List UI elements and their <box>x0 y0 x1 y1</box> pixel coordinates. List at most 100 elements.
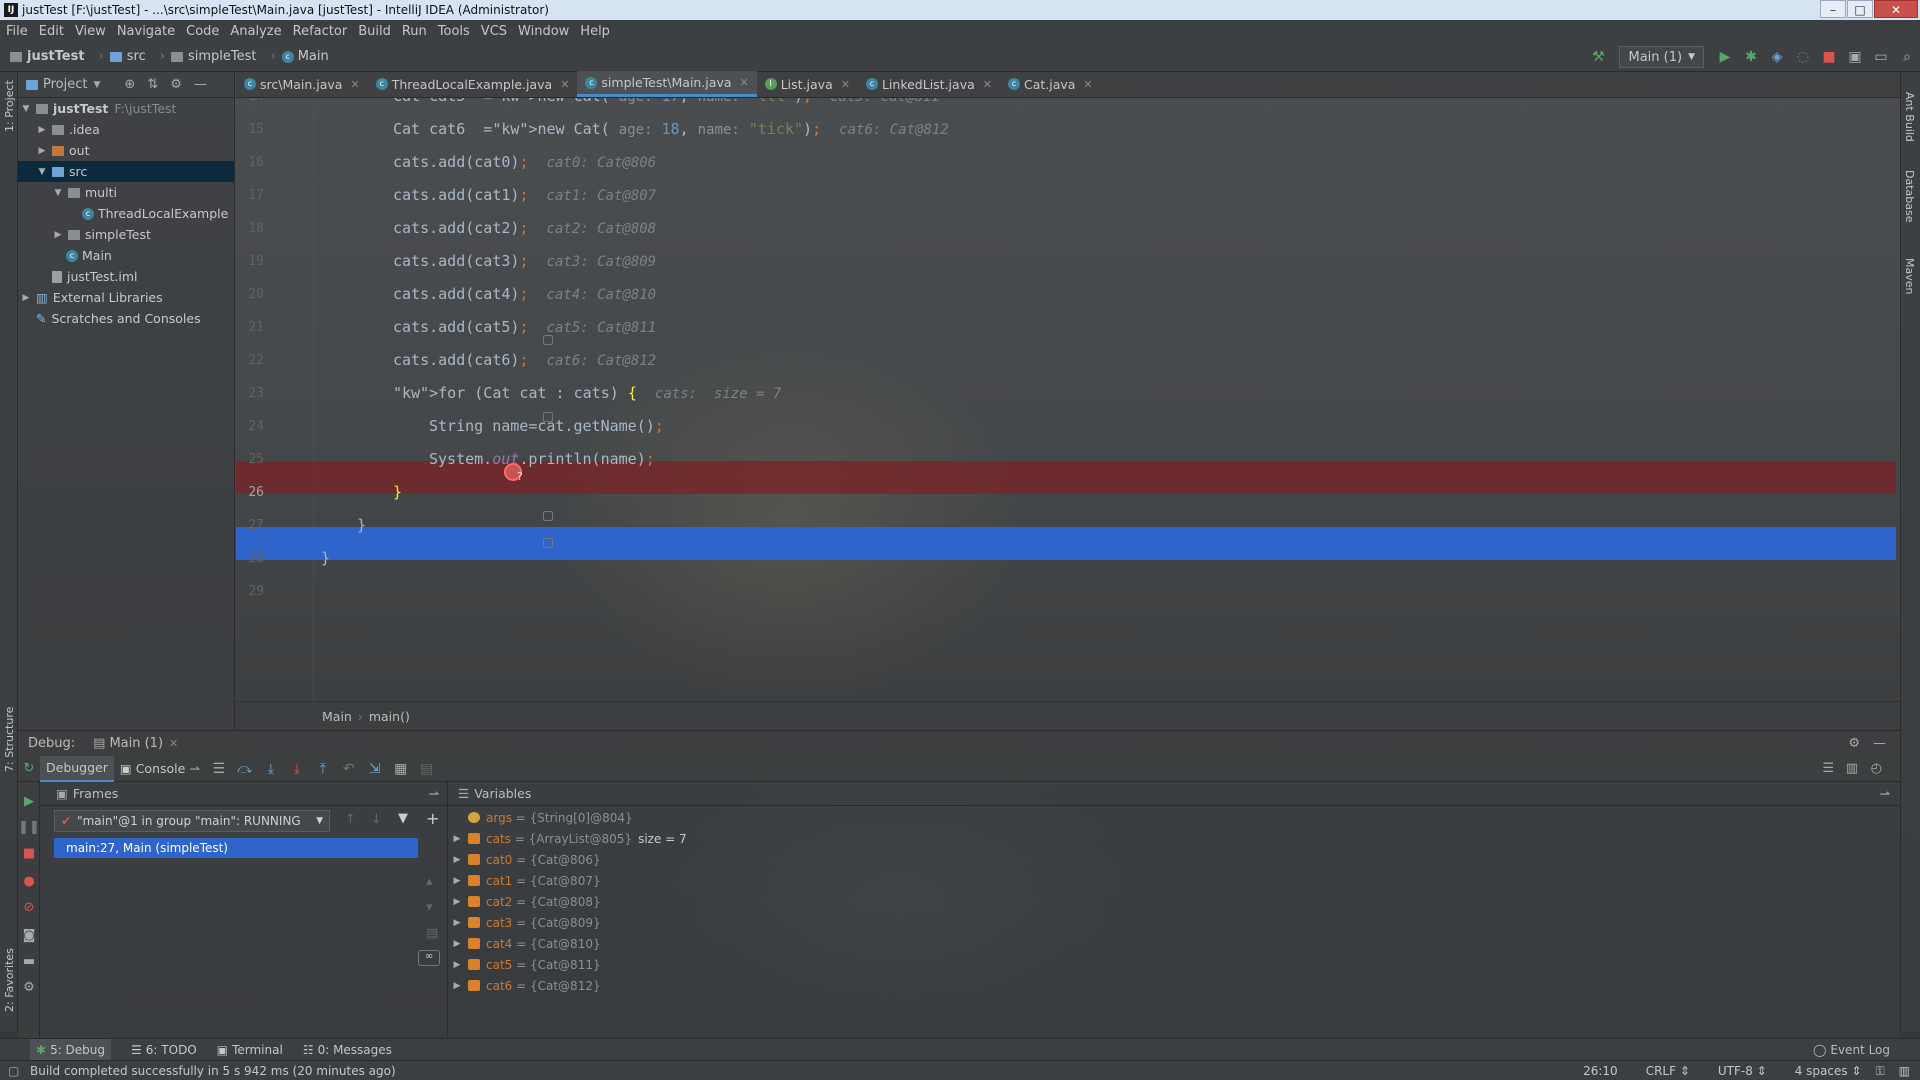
variable-row[interactable]: ▶ cat5 = {Cat@811} <box>448 954 1900 975</box>
code-line[interactable]: cats.add(cat2); cat2: Cat@808 <box>236 212 1896 245</box>
menu-run[interactable]: Run <box>402 24 427 39</box>
menu-navigate[interactable]: Navigate <box>117 24 175 39</box>
breadcrumb-src[interactable]: src <box>109 49 146 64</box>
collapse-arrow-icon[interactable]: ▶ <box>36 146 48 156</box>
tab-threadlocalexample[interactable]: c ThreadLocalExample.java ✕ <box>368 71 578 97</box>
gear-icon[interactable]: ⚙ <box>170 77 182 92</box>
code-line[interactable]: } <box>236 542 1896 575</box>
toolwindow-todo[interactable]: ☰ 6: TODO <box>131 1043 197 1057</box>
variable-row[interactable]: ▶ cat1 = {Cat@807} <box>448 870 1900 891</box>
status-toggle-icon[interactable]: ▢ <box>8 1064 19 1078</box>
code-line[interactable]: cats.add(cat3); cat3: Cat@809 <box>236 245 1896 278</box>
expand-arrow-icon[interactable]: ▼ <box>52 188 64 198</box>
expand-arrow-icon[interactable]: ▶ <box>450 834 464 844</box>
copy-icon[interactable]: ▤ <box>426 926 438 941</box>
tab-list[interactable]: I List.java ✕ <box>757 71 858 97</box>
project-structure-icon[interactable]: ▣ <box>1844 49 1866 65</box>
coverage-icon[interactable]: ◈ <box>1766 49 1788 65</box>
add-icon[interactable]: + <box>426 809 439 828</box>
expand-arrow-icon[interactable]: ▶ <box>450 981 464 991</box>
hide-icon[interactable]: — <box>194 77 207 92</box>
tree-item-external-libraries[interactable]: ▶ ▥ External Libraries <box>18 287 234 308</box>
step-out-icon[interactable]: ⤒ <box>312 761 334 777</box>
code-line[interactable]: cats.add(cat6); cat6: Cat@812 <box>236 344 1896 377</box>
database-tool-button[interactable]: Database <box>1903 170 1916 223</box>
structure-tool-button[interactable]: 7: Structure <box>3 707 16 772</box>
rerun-icon[interactable]: ↻ <box>18 761 40 776</box>
expand-arrow-icon[interactable]: ▶ <box>450 897 464 907</box>
step-into-icon[interactable]: ⤓ <box>260 761 282 777</box>
presentation-icon[interactable]: ▭ <box>1870 49 1892 65</box>
variable-row[interactable]: ▶ cats = {ArrayList@805} size = 7 <box>448 828 1900 849</box>
event-log-button[interactable]: ◯ Event Log <box>1813 1043 1890 1057</box>
menu-refactor[interactable]: Refactor <box>293 24 348 39</box>
caret-position[interactable]: 26:10 <box>1583 1064 1618 1078</box>
pin-icon[interactable]: ⇀ <box>1880 786 1890 801</box>
thread-select[interactable]: ✔ "main"@1 in group "main": RUNNING ▼ <box>54 810 330 832</box>
tab-src-main[interactable]: c src\Main.java ✕ <box>236 71 368 97</box>
menu-window[interactable]: Window <box>518 24 569 39</box>
breadcrumb-project[interactable]: justTest <box>10 49 85 64</box>
resume-icon[interactable]: ▶ <box>18 794 40 809</box>
code-line[interactable]: } <box>236 509 1896 542</box>
up-arrow-icon[interactable]: ▴ <box>426 874 433 889</box>
code-line[interactable]: cats.add(cat1); cat1: Cat@807 <box>236 179 1896 212</box>
close-tab-icon[interactable]: ✕ <box>350 78 359 91</box>
code-line[interactable]: String name=cat.getName(); <box>236 410 1896 443</box>
run-icon[interactable]: ▶ <box>1714 49 1736 65</box>
variable-row[interactable]: ▶ cat4 = {Cat@810} <box>448 933 1900 954</box>
collapse-all-icon[interactable]: ⇅ <box>147 77 158 92</box>
profile-icon[interactable]: ◌ <box>1792 49 1814 65</box>
status-message[interactable]: Build completed successfully in 5 s 942 … <box>30 1064 396 1078</box>
menu-help[interactable]: Help <box>580 24 610 39</box>
favorites-tool-button[interactable]: 2: Favorites <box>3 948 16 1012</box>
project-view-select[interactable]: Project <box>43 77 87 92</box>
force-step-into-icon[interactable]: ⤓ <box>286 761 308 777</box>
tab-debugger[interactable]: Debugger <box>40 755 114 782</box>
breadcrumb-package[interactable]: simpleTest <box>170 49 256 64</box>
menu-vcs[interactable]: VCS <box>481 24 507 39</box>
layout-icon[interactable]: ▥ <box>1846 761 1858 776</box>
pause-icon[interactable]: ❚❚ <box>18 820 40 835</box>
close-tab-icon[interactable]: ✕ <box>983 78 992 91</box>
restore-layout-icon[interactable]: ▬ <box>18 954 40 969</box>
show-execution-point-icon[interactable]: ☰ <box>208 761 230 777</box>
close-tab-icon[interactable]: ✕ <box>560 78 569 91</box>
hide-icon[interactable]: — <box>1873 736 1886 751</box>
menu-analyze[interactable]: Analyze <box>230 24 281 39</box>
up-arrow-icon[interactable]: ↑ <box>345 812 356 827</box>
breadcrumb-class[interactable]: c Main <box>281 49 329 64</box>
stop-icon[interactable]: ■ <box>18 846 40 861</box>
chevron-down-icon[interactable]: ▼ <box>93 80 100 90</box>
close-window-button[interactable]: ✕ <box>1874 0 1918 18</box>
minimize-button[interactable]: – <box>1820 0 1846 18</box>
variable-row[interactable]: ▶ cat3 = {Cat@809} <box>448 912 1900 933</box>
tree-item-justtest-iml[interactable]: justTest.iml <box>18 266 234 287</box>
file-encoding[interactable]: UTF-8 ⇕ <box>1704 1064 1767 1078</box>
code-line[interactable]: "kw">for (Cat cat : cats) { cats: size =… <box>236 377 1896 410</box>
variable-row[interactable]: ▶ cat0 = {Cat@806} <box>448 849 1900 870</box>
project-tool-button[interactable]: 1: Project <box>3 80 16 132</box>
variable-row[interactable]: args = {String[0]@804} <box>448 807 1900 828</box>
indent-setting[interactable]: 4 spaces ⇕ <box>1781 1064 1862 1078</box>
variable-row[interactable]: ▶ cat6 = {Cat@812} <box>448 975 1900 996</box>
maven-tool-button[interactable]: Maven <box>1903 258 1916 294</box>
lock-icon[interactable]: ⚿ <box>1876 1064 1885 1079</box>
collapse-arrow-icon[interactable]: ▶ <box>20 293 32 303</box>
code-line[interactable]: } <box>236 476 1896 509</box>
build-hammer-icon[interactable]: ⚒ <box>1587 49 1609 65</box>
tree-item-scratches[interactable]: ✎ Scratches and Consoles <box>18 308 234 329</box>
filter-icon[interactable]: ▼ <box>398 811 408 826</box>
camera-icon[interactable]: ◙ <box>18 928 40 943</box>
close-tab-icon[interactable]: ✕ <box>740 76 749 89</box>
run-to-cursor-icon[interactable]: ⇲ <box>364 761 386 777</box>
expand-arrow-icon[interactable]: ▶ <box>450 855 464 865</box>
editor-breadcrumb-method[interactable]: main() <box>369 709 410 724</box>
trace-icon[interactable]: ▤ <box>416 761 438 777</box>
code-line[interactable]: cats.add(cat4); cat4: Cat@810 <box>236 278 1896 311</box>
view-breakpoints-icon[interactable]: ● <box>18 874 40 889</box>
down-arrow-icon[interactable]: ▾ <box>426 900 433 915</box>
menu-build[interactable]: Build <box>358 24 391 39</box>
toolwindow-messages[interactable]: ☷ 0: Messages <box>303 1043 392 1057</box>
step-over-icon[interactable]: ⤼ <box>234 761 256 777</box>
